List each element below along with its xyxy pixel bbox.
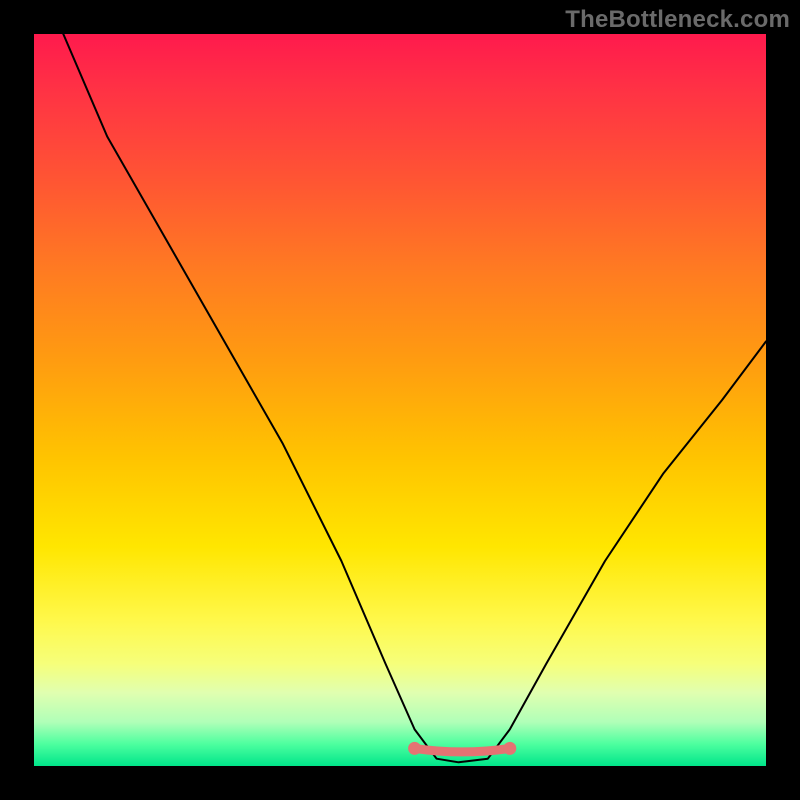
plot-area (34, 34, 766, 766)
chart-frame: TheBottleneck.com (0, 0, 800, 800)
curve-layer (34, 34, 766, 766)
bottleneck-curve-line (63, 34, 766, 762)
watermark-text: TheBottleneck.com (565, 6, 790, 34)
